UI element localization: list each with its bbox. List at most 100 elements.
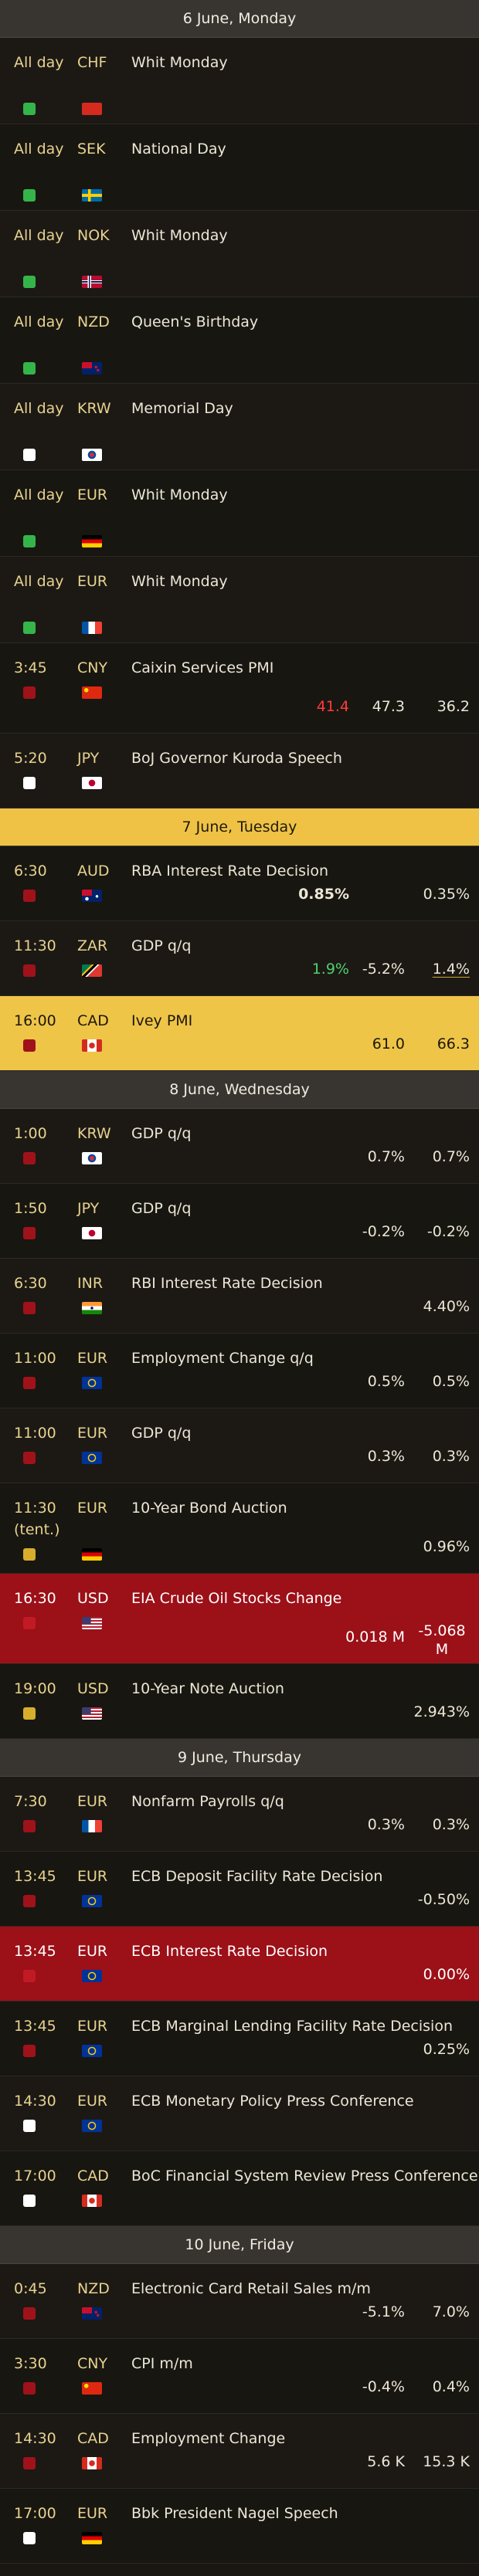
event-currency: CNY: [77, 2355, 108, 2372]
previous-value: 0.96%: [423, 1538, 470, 1555]
event-row[interactable]: 14:30 EUR ECB Monetary Policy Press Confer…: [0, 2076, 479, 2151]
event-title[interactable]: Caixin Services PMI: [131, 657, 273, 679]
event-title[interactable]: GDP q/q: [131, 935, 191, 957]
event-time: All day: [14, 400, 64, 417]
day-header: 9 June, Thursday: [0, 1739, 479, 1777]
event-title[interactable]: GDP q/q: [131, 1123, 191, 1144]
event-row[interactable]: 11:00 EUR Employment Change q/q 0.5% 0.5%: [0, 1334, 479, 1408]
japanese-flag-icon: [82, 777, 102, 789]
event-row[interactable]: 3:30 CNY CPI m/m -0.4% 0.4%: [0, 2339, 479, 2414]
event-title[interactable]: Queen's Birthday: [131, 311, 258, 333]
event-currency: CHF: [77, 54, 107, 71]
event-currency: SEK: [77, 141, 106, 158]
event-title[interactable]: CPI m/m: [131, 2353, 193, 2374]
event-currency: CAD: [77, 1012, 109, 1029]
event-row[interactable]: 16:30 USD EIA Crude Oil Stocks Change 0.018…: [0, 1574, 479, 1664]
event-currency: EUR: [77, 1793, 108, 1810]
event-row[interactable]: 6:30 INR RBI Interest Rate Decision 4.40%: [0, 1259, 479, 1334]
event-title[interactable]: ECB Interest Rate Decision: [131, 1940, 328, 1962]
economic-calendar: 6 June, Monday All day CHF Whit Monday All d…: [0, 0, 479, 2564]
event-currency: USD: [77, 1590, 109, 1607]
previous-value: 0.25%: [423, 2041, 470, 2058]
new-zealand-flag-icon: [82, 362, 102, 375]
event-title[interactable]: GDP q/q: [131, 1422, 191, 1444]
event-row[interactable]: 17:00 CAD BoC Financial System Review Pres…: [0, 2151, 479, 2226]
event-row[interactable]: 11:30 (tent.) EUR 10-Year Bond Auction 0.96…: [0, 1483, 479, 1574]
event-title[interactable]: BoJ Governor Kuroda Speech: [131, 747, 342, 769]
event-row[interactable]: 6:30 AUD RBA Interest Rate Decision 0.85% 0.…: [0, 846, 479, 921]
importance-red-icon: [23, 890, 36, 902]
event-title[interactable]: Electronic Card Retail Sales m/m: [131, 2278, 371, 2300]
importance-green-icon: [23, 103, 36, 115]
event-time: All day: [14, 54, 64, 71]
event-title[interactable]: Employment Change: [131, 2428, 285, 2449]
previous-value: 0.5%: [432, 1373, 470, 1390]
event-row[interactable]: All day NZD Queen's Birthday: [0, 297, 479, 384]
event-row[interactable]: All day EUR Whit Monday: [0, 557, 479, 643]
event-row[interactable]: 14:30 CAD Employment Change 5.6 K 15.3 K: [0, 2414, 479, 2489]
importance-green-icon: [23, 276, 36, 288]
event-row[interactable]: 13:45 EUR ECB Deposit Facility Rate Decisi…: [0, 1852, 479, 1927]
event-title[interactable]: National Day: [131, 138, 226, 160]
event-row[interactable]: 7:30 EUR Nonfarm Payrolls q/q 0.3% 0.3%: [0, 1777, 479, 1852]
event-title[interactable]: Whit Monday: [131, 484, 228, 506]
event-time: 13:45: [14, 2018, 56, 2035]
actual-value: 0.85%: [298, 886, 349, 903]
australian-flag-icon: [82, 890, 102, 902]
event-time: 16:30: [14, 1590, 56, 1607]
event-title[interactable]: EIA Crude Oil Stocks Change: [131, 1588, 341, 1609]
event-time: 14:30: [14, 2430, 56, 2447]
event-title[interactable]: ECB Monetary Policy Press Conference: [131, 2090, 414, 2112]
event-row[interactable]: 16:00 CAD Ivey PMI 61.0 66.3: [0, 996, 479, 1071]
event-title[interactable]: ECB Deposit Facility Rate Decision: [131, 1866, 382, 1887]
event-title[interactable]: Bbk President Nagel Speech: [131, 2503, 338, 2524]
event-title[interactable]: Whit Monday: [131, 571, 228, 592]
importance-red-icon: [23, 2382, 36, 2395]
event-title[interactable]: BoC Financial System Review Press Confer…: [131, 2165, 478, 2187]
event-row[interactable]: 17:00 EUR Bbk President Nagel Speech: [0, 2489, 479, 2564]
event-row[interactable]: 13:45 EUR ECB Interest Rate Decision 0.00%: [0, 1927, 479, 2001]
event-currency: USD: [77, 1680, 109, 1697]
event-row[interactable]: All day CHF Whit Monday: [0, 38, 479, 124]
event-row[interactable]: 11:30 ZAR GDP q/q 1.9% -5.2% 1.4%: [0, 921, 479, 996]
event-title[interactable]: Nonfarm Payrolls q/q: [131, 1791, 284, 1812]
event-title[interactable]: Whit Monday: [131, 225, 228, 246]
event-currency: EUR: [77, 1350, 108, 1367]
event-title[interactable]: 10-Year Bond Auction: [131, 1497, 287, 1519]
event-row[interactable]: All day EUR Whit Monday: [0, 470, 479, 557]
event-row[interactable]: All day SEK National Day: [0, 124, 479, 211]
event-row[interactable]: All day KRW Memorial Day: [0, 384, 479, 470]
event-row[interactable]: 1:50 JPY GDP q/q -0.2% -0.2%: [0, 1184, 479, 1259]
event-time: 5:20: [14, 750, 47, 767]
canadian-flag-icon: [82, 2195, 102, 2207]
event-title[interactable]: Memorial Day: [131, 398, 233, 419]
event-row[interactable]: 5:20 JPY BoJ Governor Kuroda Speech: [0, 734, 479, 808]
event-title[interactable]: Employment Change q/q: [131, 1347, 314, 1369]
importance-red-icon: [23, 2045, 36, 2057]
event-row[interactable]: 19:00 USD 10-Year Note Auction 2.943%: [0, 1664, 479, 1739]
day-header: 7 June, Tuesday: [0, 808, 479, 846]
event-row[interactable]: All day NOK Whit Monday: [0, 211, 479, 297]
actual-value: 41.4: [316, 698, 349, 715]
previous-value: 0.35%: [423, 886, 470, 903]
event-currency: CAD: [77, 2168, 109, 2185]
event-title[interactable]: ECB Marginal Lending Facility Rate Decis…: [131, 2015, 453, 2037]
french-flag-icon: [82, 622, 102, 634]
event-row[interactable]: 11:00 EUR GDP q/q 0.3% 0.3%: [0, 1408, 479, 1483]
day-header: 8 June, Wednesday: [0, 1071, 479, 1109]
event-title[interactable]: 10-Year Note Auction: [131, 1678, 284, 1700]
event-row[interactable]: 13:45 EUR ECB Marginal Lending Facility Ra…: [0, 2001, 479, 2076]
event-row[interactable]: 0:45 NZD Electronic Card Retail Sales m/m -…: [0, 2264, 479, 2339]
event-title[interactable]: RBI Interest Rate Decision: [131, 1273, 323, 1294]
previous-value: -0.50%: [417, 1891, 470, 1908]
event-title[interactable]: Whit Monday: [131, 52, 228, 73]
event-title[interactable]: Ivey PMI: [131, 1010, 192, 1032]
previous-value: 0.4%: [432, 2378, 470, 2395]
importance-yellow-icon: [23, 1548, 36, 1561]
event-row[interactable]: 1:00 KRW GDP q/q 0.7% 0.7%: [0, 1109, 479, 1184]
event-row[interactable]: 3:45 CNY Caixin Services PMI 41.4 47.3 36.2: [0, 643, 479, 734]
importance-red-icon: [23, 1895, 36, 1907]
swedish-flag-icon: [82, 189, 102, 202]
event-title[interactable]: RBA Interest Rate Decision: [131, 860, 328, 882]
event-title[interactable]: GDP q/q: [131, 1198, 191, 1219]
